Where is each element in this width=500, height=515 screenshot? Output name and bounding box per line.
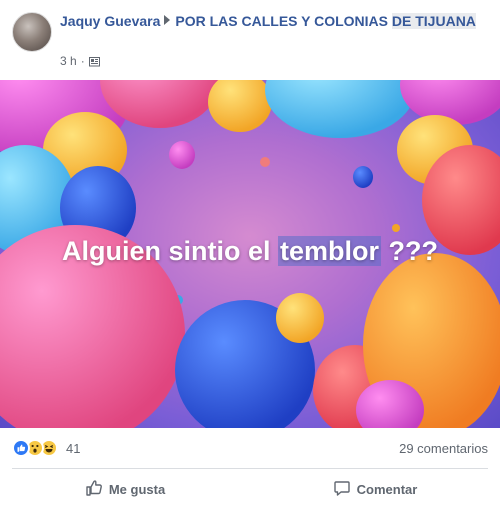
post-actions: Me gusta Comentar	[0, 470, 500, 508]
comment-label: Comentar	[356, 481, 418, 497]
author-line: Jaquy Guevara POR LAS CALLES Y COLONIAS D…	[60, 12, 480, 31]
group-name-highlight[interactable]: DE TIJUANA	[391, 13, 476, 29]
group-name[interactable]: POR LAS CALLES Y COLONIAS	[175, 13, 388, 29]
divider	[12, 468, 488, 469]
hero-text: Alguien sintio el temblor ???	[0, 236, 500, 267]
hero-text-after: ???	[388, 236, 439, 266]
post-image[interactable]: Alguien sintio el temblor ???	[0, 80, 500, 428]
reactions-summary[interactable]: 41	[12, 438, 80, 458]
hero-text-tagged[interactable]: temblor	[278, 236, 382, 266]
like-icon	[12, 439, 30, 457]
hero-text-before: Alguien sintio el	[61, 236, 271, 266]
avatar[interactable]	[12, 12, 52, 52]
post-header: Jaquy Guevara POR LAS CALLES Y COLONIAS D…	[0, 0, 500, 80]
reaction-count[interactable]: 41	[66, 441, 80, 456]
post-time[interactable]: 3 h	[60, 54, 77, 68]
triangle-right-icon	[164, 15, 171, 25]
meta-separator: ·	[80, 54, 85, 68]
like-label: Me gusta	[108, 481, 166, 497]
post-meta: 3 h ·	[60, 54, 100, 68]
comments-count[interactable]: 29 comentarios	[399, 441, 488, 456]
like-button[interactable]: Me gusta	[0, 470, 250, 508]
comment-button[interactable]: Comentar	[250, 470, 500, 508]
group-icon	[88, 56, 100, 67]
author-name[interactable]: Jaquy Guevara	[60, 13, 160, 29]
thumbs-up-icon	[85, 479, 103, 500]
comment-icon	[333, 479, 351, 500]
